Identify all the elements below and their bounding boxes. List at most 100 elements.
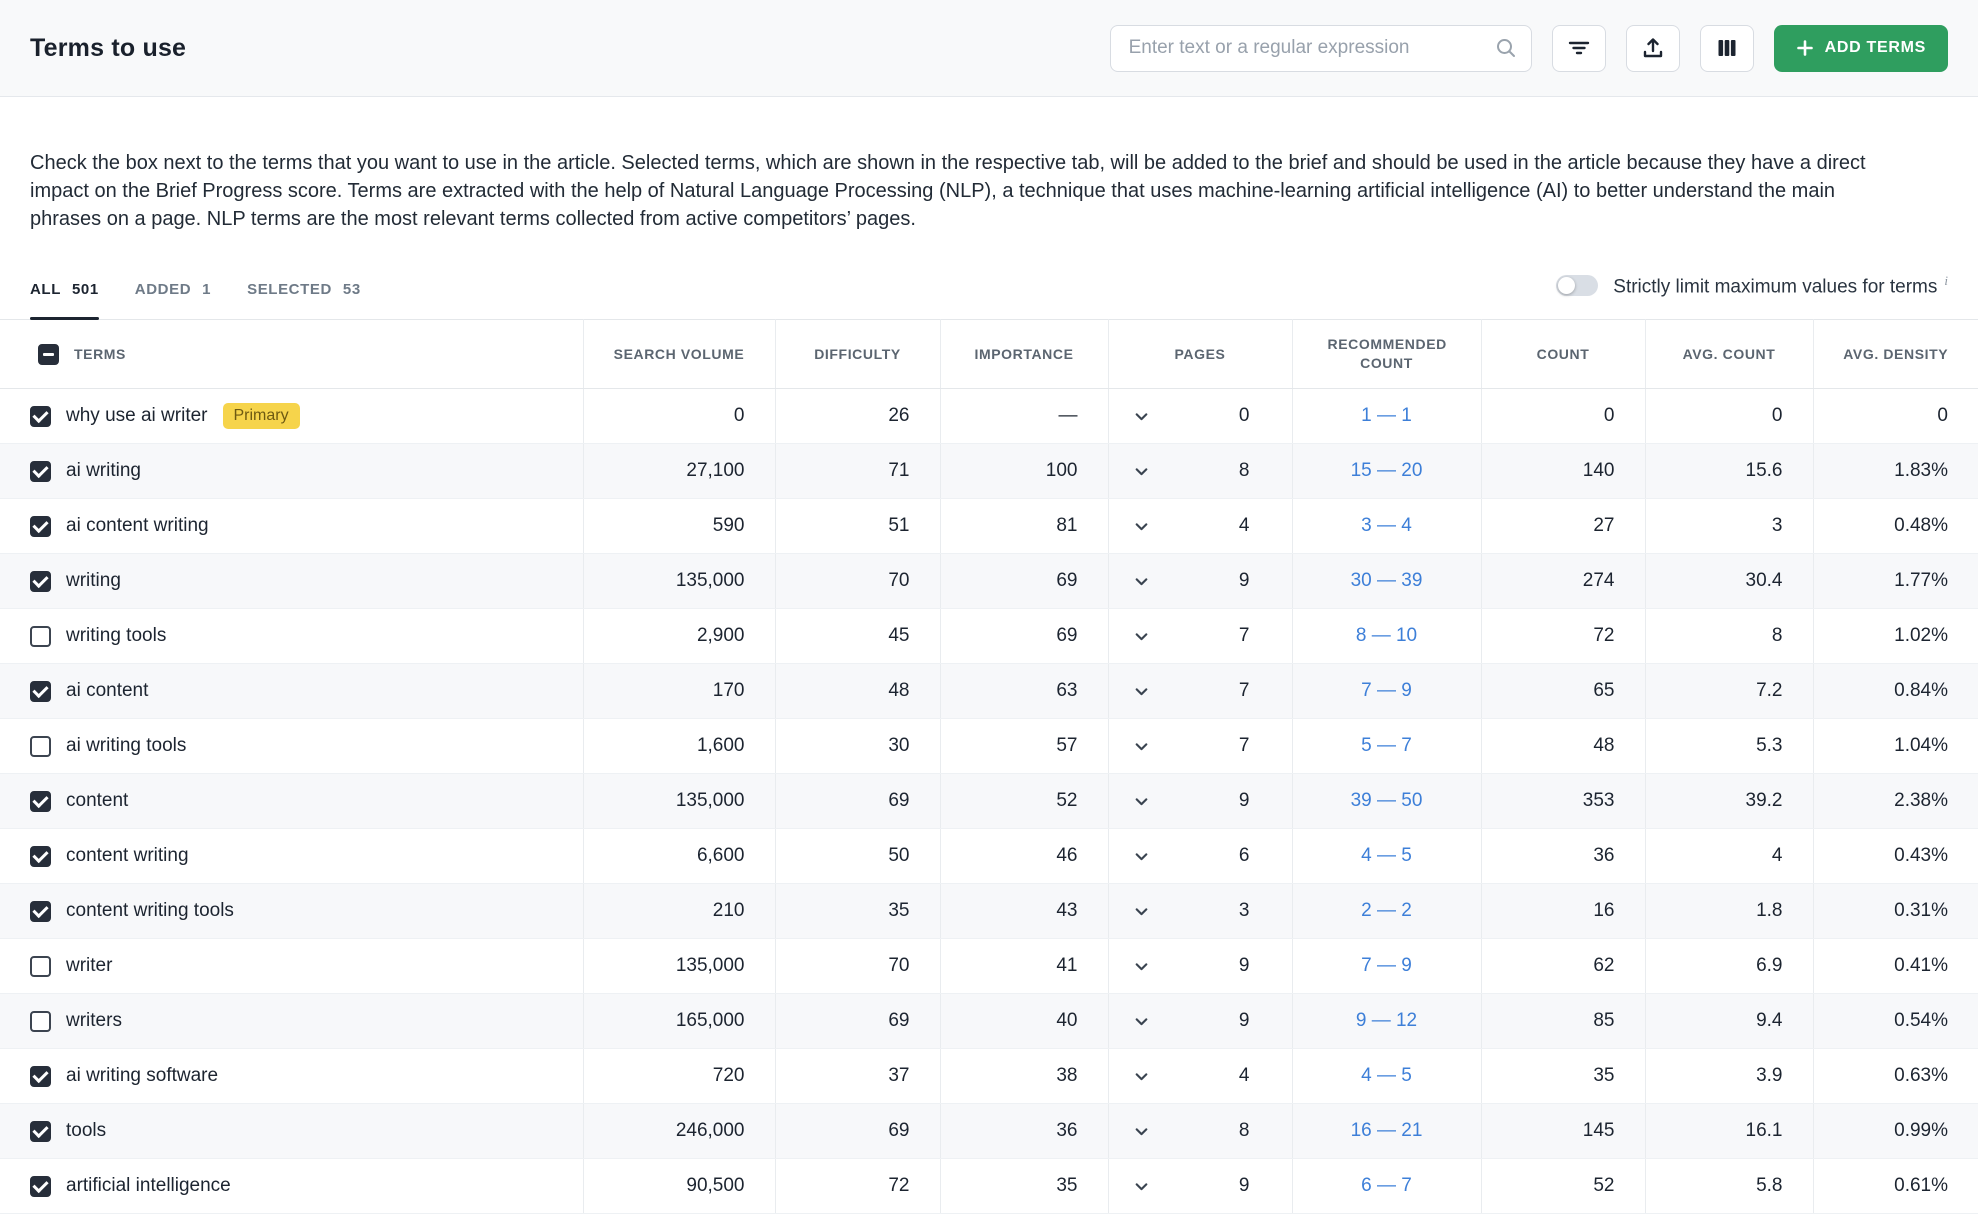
expand-pages-chevron-icon[interactable] <box>1133 518 1150 535</box>
avg-count-cell: 15.6 <box>1644 443 1813 500</box>
recommended-count-link[interactable]: 30 — 39 <box>1351 570 1423 591</box>
expand-pages-chevron-icon[interactable] <box>1133 958 1150 975</box>
term-label: tools <box>66 1120 107 1142</box>
recommended-count-link[interactable]: 4 — 5 <box>1361 845 1412 866</box>
pages-cell: 3 <box>1107 883 1292 940</box>
search-volume-cell: 135,000 <box>582 553 775 610</box>
add-terms-label: ADD TERMS <box>1824 39 1926 56</box>
term-checkbox[interactable] <box>30 845 51 867</box>
info-icon: i <box>1944 273 1948 288</box>
count-cell: 72 <box>1480 608 1645 665</box>
difficulty-cell: 69 <box>774 773 940 830</box>
term-checkbox[interactable] <box>30 1065 51 1087</box>
avg-count-column-header: AVG. COUNT <box>1644 319 1813 390</box>
select-all-checkbox[interactable] <box>38 343 59 365</box>
count-cell: 353 <box>1480 773 1645 830</box>
recommended-count-link[interactable]: 4 — 5 <box>1361 1065 1412 1086</box>
count-cell: 145 <box>1480 1103 1645 1160</box>
term-checkbox[interactable] <box>30 735 51 757</box>
term-cell: why use ai writer Primary <box>0 388 583 445</box>
expand-pages-chevron-icon[interactable] <box>1133 1123 1150 1140</box>
term-checkbox[interactable] <box>30 570 51 592</box>
term-checkbox[interactable] <box>30 460 51 482</box>
filter-button[interactable] <box>1551 24 1606 72</box>
columns-button[interactable] <box>1699 24 1754 72</box>
term-checkbox[interactable] <box>30 900 51 922</box>
importance-cell: 63 <box>939 663 1108 720</box>
term-label: ai content writing <box>66 515 209 537</box>
recommended-count-link[interactable]: 7 — 9 <box>1361 955 1412 976</box>
expand-pages-chevron-icon[interactable] <box>1133 573 1150 590</box>
recommended-count-link[interactable]: 1 — 1 <box>1361 405 1412 426</box>
pages-cell: 9 <box>1107 773 1292 830</box>
recommended-count-link[interactable]: 9 — 12 <box>1356 1010 1417 1031</box>
recommended-count-cell: 6 — 7 <box>1291 1158 1481 1214</box>
pages-count: 8 <box>1238 1120 1250 1142</box>
count-cell: 65 <box>1480 663 1645 720</box>
avg-count-cell: 7.2 <box>1644 663 1813 720</box>
search-input[interactable] <box>1109 24 1532 72</box>
table-row: ai writing tools 1,600 30 57 7 5 — 7 48 5.3 1.04… <box>0 718 1978 775</box>
avg-count-cell: 3 <box>1644 498 1813 555</box>
expand-pages-chevron-icon[interactable] <box>1133 408 1150 425</box>
table-row: content writing 6,600 50 46 6 4 — 5 36 4 0.43% <box>0 828 1978 885</box>
expand-pages-chevron-icon[interactable] <box>1133 738 1150 755</box>
recommended-count-link[interactable]: 8 — 10 <box>1356 625 1417 646</box>
filter-icon <box>1567 36 1591 60</box>
term-label: ai writing <box>66 460 141 482</box>
export-button[interactable] <box>1625 24 1680 72</box>
recommended-count-link[interactable]: 15 — 20 <box>1351 460 1423 481</box>
search-volume-cell: 0 <box>582 388 775 445</box>
expand-pages-chevron-icon[interactable] <box>1133 1068 1150 1085</box>
search-volume-cell: 246,000 <box>582 1103 775 1160</box>
term-checkbox[interactable] <box>30 680 51 702</box>
term-checkbox[interactable] <box>30 405 51 427</box>
recommended-count-link[interactable]: 5 — 7 <box>1361 735 1412 756</box>
recommended-count-link[interactable]: 2 — 2 <box>1361 900 1412 921</box>
term-checkbox[interactable] <box>30 515 51 537</box>
add-terms-button[interactable]: ADD TERMS <box>1773 24 1948 72</box>
importance-cell: 57 <box>939 718 1108 775</box>
term-checkbox[interactable] <box>30 1175 51 1197</box>
expand-pages-chevron-icon[interactable] <box>1133 1178 1150 1195</box>
avg-count-cell: 16.1 <box>1644 1103 1813 1160</box>
count-cell: 48 <box>1480 718 1645 775</box>
difficulty-column-header: DIFFICULTY <box>774 319 940 390</box>
expand-pages-chevron-icon[interactable] <box>1133 683 1150 700</box>
difficulty-cell: 45 <box>774 608 940 665</box>
recommended-count-link[interactable]: 6 — 7 <box>1361 1175 1412 1196</box>
recommended-count-link[interactable]: 39 — 50 <box>1351 790 1423 811</box>
recommended-count-link[interactable]: 16 — 21 <box>1351 1120 1423 1141</box>
expand-pages-chevron-icon[interactable] <box>1133 793 1150 810</box>
avg-density-cell: 1.77% <box>1812 553 1978 610</box>
term-checkbox[interactable] <box>30 625 51 647</box>
term-checkbox[interactable] <box>30 955 51 977</box>
search-volume-cell: 1,600 <box>582 718 775 775</box>
recommended-count-cell: 30 — 39 <box>1291 553 1481 610</box>
count-cell: 35 <box>1480 1048 1645 1105</box>
recommended-count-link[interactable]: 7 — 9 <box>1361 680 1412 701</box>
expand-pages-chevron-icon[interactable] <box>1133 903 1150 920</box>
expand-pages-chevron-icon[interactable] <box>1133 463 1150 480</box>
strict-limit-toggle[interactable] <box>1556 275 1599 296</box>
tab-added[interactable]: ADDED 1 <box>135 281 211 319</box>
avg-density-cell: 2.38% <box>1812 773 1978 830</box>
table-row: ai content writing 590 51 81 4 3 — 4 27 3 0.48% <box>0 498 1978 555</box>
importance-cell: 81 <box>939 498 1108 555</box>
expand-pages-chevron-icon[interactable] <box>1133 1013 1150 1030</box>
strict-limit-toggle-wrap: Strictly limit maximum values for terms i <box>1556 273 1948 319</box>
recommended-count-link[interactable]: 3 — 4 <box>1361 515 1412 536</box>
difficulty-cell: 72 <box>774 1158 940 1214</box>
tab-selected[interactable]: SELECTED 53 <box>247 281 361 319</box>
expand-pages-chevron-icon[interactable] <box>1133 848 1150 865</box>
importance-cell: 41 <box>939 938 1108 995</box>
term-checkbox[interactable] <box>30 1010 51 1032</box>
term-checkbox[interactable] <box>30 1120 51 1142</box>
topbar: Terms to use Enter text or a regular exp… <box>0 0 1978 97</box>
search-volume-cell: 210 <box>582 883 775 940</box>
term-cell: writing tools <box>0 608 583 665</box>
expand-pages-chevron-icon[interactable] <box>1133 628 1150 645</box>
term-checkbox[interactable] <box>30 790 51 812</box>
term-label: content writing <box>66 845 189 867</box>
tab-all[interactable]: ALL 501 <box>30 281 99 321</box>
